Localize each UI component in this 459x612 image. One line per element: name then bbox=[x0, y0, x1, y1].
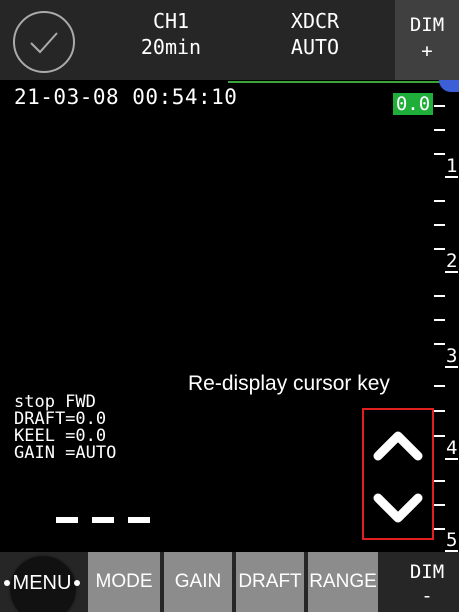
chevron-up-icon bbox=[373, 431, 423, 461]
scale-tick bbox=[434, 435, 445, 437]
scale-tick bbox=[434, 129, 445, 131]
top-bar: CH1 20min XDCR AUTO DIM + bbox=[0, 0, 459, 80]
scale-tick bbox=[434, 504, 445, 506]
scale-tick bbox=[434, 410, 445, 412]
scale-label-1: 1 bbox=[445, 155, 459, 178]
range-indicator-line bbox=[228, 81, 443, 83]
scale-tick bbox=[434, 343, 445, 345]
dim-minus-button[interactable]: DIM - bbox=[395, 552, 459, 612]
status-panel: stop FWD DRAFT=0.0 KEEL =0.0 GAIN =AUTO bbox=[14, 394, 116, 462]
range-button[interactable]: RANGE bbox=[308, 552, 378, 612]
cursor-down-button[interactable] bbox=[370, 490, 426, 530]
dash-mark bbox=[128, 517, 150, 523]
plus-icon: + bbox=[421, 40, 433, 62]
scale-tick bbox=[434, 224, 445, 226]
scale-tick bbox=[434, 153, 445, 155]
dash-mark bbox=[92, 517, 114, 523]
bottom-bar: MENU MODE GAIN DRAFT RANGE DIM - bbox=[0, 552, 459, 612]
scale-tick bbox=[434, 248, 445, 250]
scroll-indicator bbox=[439, 80, 459, 92]
scale-tick bbox=[434, 319, 445, 321]
draft-button[interactable]: DRAFT bbox=[236, 552, 304, 612]
dim-plus-label: DIM bbox=[409, 14, 445, 36]
channel-info[interactable]: CH1 20min bbox=[116, 8, 226, 60]
scale-tick bbox=[434, 385, 445, 387]
dim-minus-label: DIM bbox=[409, 561, 445, 583]
scale-label-3: 3 bbox=[445, 345, 459, 368]
depth-readout: 0.0 bbox=[393, 93, 433, 115]
scale-label-2: 2 bbox=[445, 250, 459, 273]
minus-icon: - bbox=[421, 585, 433, 607]
channel-label: CH1 bbox=[152, 9, 190, 33]
scale-tick bbox=[434, 480, 445, 482]
scale-tick bbox=[434, 295, 445, 297]
confirm-button[interactable] bbox=[10, 8, 78, 76]
status-line-gain: GAIN =AUTO bbox=[14, 443, 117, 463]
timestamp: 21-03-08 00:54:10 bbox=[14, 85, 238, 109]
scale-label-5: 5 bbox=[445, 529, 459, 552]
interval-label: 20min bbox=[140, 35, 202, 59]
cursor-up-button[interactable] bbox=[370, 424, 426, 464]
dim-plus-button[interactable]: DIM + bbox=[395, 0, 459, 80]
scale-label-4: 4 bbox=[445, 437, 459, 460]
xdcr-label: XDCR bbox=[290, 9, 340, 33]
xdcr-info[interactable]: XDCR AUTO bbox=[260, 8, 370, 60]
cursor-key-highlight bbox=[362, 408, 434, 540]
cursor-key-caption: Re-display cursor key bbox=[188, 372, 390, 395]
scale-tick bbox=[434, 200, 445, 202]
scale-tick bbox=[434, 528, 445, 530]
menu-label: MENU bbox=[12, 572, 72, 594]
gain-button[interactable]: GAIN bbox=[164, 552, 232, 612]
mode-button[interactable]: MODE bbox=[88, 552, 160, 612]
scale-tick bbox=[434, 105, 445, 107]
chevron-down-icon bbox=[373, 493, 423, 523]
menu-button[interactable]: MENU bbox=[0, 552, 84, 612]
xdcr-value: AUTO bbox=[290, 35, 340, 59]
check-circle-icon bbox=[13, 11, 75, 73]
dash-mark bbox=[56, 517, 78, 523]
